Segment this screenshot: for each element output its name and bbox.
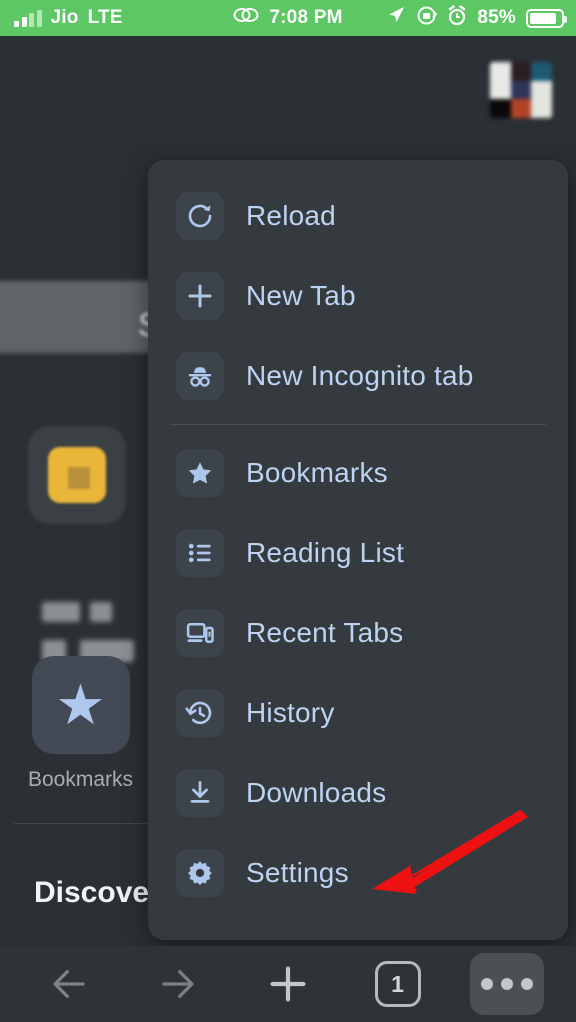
clock-label: 7:08 PM <box>269 7 343 28</box>
menu-item-downloads[interactable]: Downloads <box>148 753 568 833</box>
bottom-toolbar: 1 <box>0 946 576 1022</box>
star-icon <box>176 449 224 497</box>
menu-item-label: Recent Tabs <box>246 617 404 648</box>
shortcut-tile-label: Bookmarks <box>28 768 134 791</box>
status-bar: Jio LTE 7:08 PM 85% <box>0 0 576 36</box>
rotation-lock-icon <box>416 5 438 32</box>
menu-item-bookmarks[interactable]: Bookmarks <box>148 433 568 513</box>
menu-button[interactable] <box>470 953 545 1015</box>
arrow-left-icon <box>48 963 90 1005</box>
list-icon <box>176 529 224 577</box>
menu-item-label: Settings <box>246 857 349 888</box>
menu-item-recent-tabs[interactable]: Recent Tabs <box>148 593 568 673</box>
menu-item-label: Reading List <box>246 537 405 568</box>
gear-icon <box>176 849 224 897</box>
link-icon <box>233 6 259 30</box>
folder-icon <box>28 426 126 524</box>
tile-label-placeholder <box>90 602 112 622</box>
download-icon <box>176 769 224 817</box>
location-arrow-icon <box>386 5 406 31</box>
star-icon: ★ <box>31 656 130 754</box>
menu-divider <box>170 424 546 425</box>
phone-screen: Jio LTE 7:08 PM 85% ★ Bookmarks Discover… <box>0 0 576 1022</box>
network-type-label: LTE <box>87 7 123 28</box>
new-tab-button[interactable] <box>251 953 325 1015</box>
menu-item-label: Reload <box>246 200 336 231</box>
overflow-dots-icon <box>481 978 534 990</box>
incognito-icon <box>176 352 224 400</box>
menu-item-label: New Incognito tab <box>246 360 474 391</box>
alarm-clock-icon <box>447 4 467 32</box>
tile-label-placeholder <box>42 602 80 622</box>
battery-percent-label: 85% <box>477 7 516 28</box>
menu-item-label: Downloads <box>246 777 387 808</box>
plus-icon <box>265 961 311 1007</box>
menu-item-label: History <box>246 697 335 728</box>
tab-count-icon: 1 <box>374 961 421 1007</box>
battery-icon <box>526 8 567 28</box>
signal-bars-icon <box>14 9 42 27</box>
forward-button[interactable] <box>141 953 215 1015</box>
feed-heading: Discover <box>34 876 161 909</box>
history-clock-icon <box>176 689 224 737</box>
menu-item-settings[interactable]: Settings <box>148 833 568 913</box>
menu-item-label: Bookmarks <box>246 457 388 488</box>
status-bar-left: Jio LTE <box>0 7 123 29</box>
menu-item-label: New Tab <box>246 280 356 311</box>
menu-item-new-incognito-tab[interactable]: New Incognito tab <box>148 336 568 416</box>
menu-item-history[interactable]: History <box>148 673 568 753</box>
devices-icon <box>176 609 224 657</box>
shortcut-tile-folder[interactable] <box>28 426 126 524</box>
back-button[interactable] <box>32 953 106 1015</box>
plus-icon <box>176 272 224 320</box>
avatar[interactable] <box>490 62 552 118</box>
status-bar-right: 85% <box>386 4 567 32</box>
carrier-label: Jio <box>50 7 79 28</box>
tab-switcher-button[interactable]: 1 <box>361 953 435 1015</box>
menu-item-reload[interactable]: Reload <box>148 176 568 256</box>
menu-item-reading-list[interactable]: Reading List <box>148 513 568 593</box>
browser-overflow-menu: Reload New Tab New Incognito tab Bookmar… <box>148 160 568 940</box>
reload-icon <box>176 192 224 240</box>
shortcut-tile-bookmarks[interactable]: ★ Bookmarks <box>28 656 133 792</box>
menu-item-new-tab[interactable]: New Tab <box>148 256 568 336</box>
arrow-right-icon <box>157 963 199 1005</box>
